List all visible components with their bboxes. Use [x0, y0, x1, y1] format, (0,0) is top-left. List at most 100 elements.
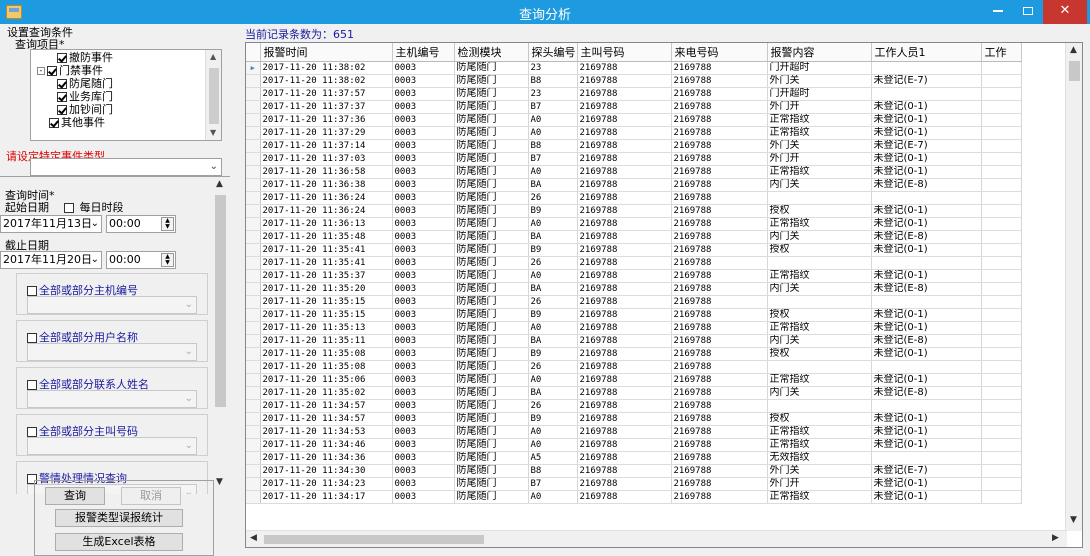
table-cell[interactable]: 未登记(0-1) — [871, 321, 982, 335]
table-cell[interactable]: 2169788 — [577, 139, 672, 153]
table-cell[interactable]: A0 — [528, 113, 578, 127]
table-cell[interactable]: 防尾随门 — [454, 334, 529, 348]
scroll-thumb[interactable] — [209, 68, 219, 124]
column-header[interactable]: 报警时间 — [260, 43, 393, 62]
table-cell[interactable]: BA — [528, 230, 578, 244]
table-row[interactable]: 2017-11-20 11:37:03 0003 防尾随门 B7 2169788 2169… — [246, 152, 1022, 166]
table-cell[interactable]: 0003 — [392, 308, 455, 322]
table-cell[interactable]: 授权 — [767, 243, 872, 257]
table-cell[interactable] — [981, 412, 1022, 426]
scroll-down-icon[interactable]: ▼ — [1070, 515, 1077, 525]
row-header[interactable] — [246, 464, 261, 478]
table-cell[interactable]: 2017-11-20 11:35:20 — [260, 282, 393, 296]
table-cell[interactable]: 2169788 — [671, 113, 768, 127]
table-cell[interactable]: 正常指纹 — [767, 217, 872, 231]
table-cell[interactable]: 2017-11-20 11:35:15 — [260, 295, 393, 309]
table-cell[interactable] — [981, 152, 1022, 166]
table-cell[interactable]: 未登记(E-7) — [871, 139, 982, 153]
table-cell[interactable]: A0 — [528, 217, 578, 231]
table-cell[interactable]: 防尾随门 — [454, 464, 529, 478]
table-cell[interactable] — [981, 399, 1022, 413]
table-cell[interactable]: 0003 — [392, 87, 455, 101]
table-cell[interactable]: 防尾随门 — [454, 308, 529, 322]
table-cell[interactable]: 2169788 — [577, 477, 672, 491]
table-cell[interactable]: 2169788 — [671, 126, 768, 140]
table-cell[interactable]: 0003 — [392, 347, 455, 361]
table-cell[interactable]: A5 — [528, 451, 578, 465]
end-date-picker[interactable]: 2017年11月20日 ⌄ — [0, 251, 102, 269]
row-header[interactable] — [246, 399, 261, 413]
table-cell[interactable]: B9 — [528, 347, 578, 361]
row-header[interactable] — [246, 490, 261, 504]
table-cell[interactable]: 授权 — [767, 204, 872, 218]
table-cell[interactable]: 防尾随门 — [454, 373, 529, 387]
column-header[interactable]: 报警内容 — [767, 43, 872, 62]
tree-item[interactable]: 撤防事件 — [57, 52, 113, 64]
table-cell[interactable]: 2169788 — [577, 334, 672, 348]
table-cell[interactable]: 2169788 — [671, 412, 768, 426]
table-row[interactable]: 2017-11-20 11:34:57 0003 防尾随门 26 2169788 2169… — [246, 399, 1022, 413]
scroll-thumb[interactable] — [264, 535, 484, 544]
table-cell[interactable]: 正常指纹 — [767, 269, 872, 283]
table-cell[interactable]: 2169788 — [577, 269, 672, 283]
row-header[interactable] — [246, 204, 261, 218]
table-cell[interactable]: 外门开 — [767, 477, 872, 491]
row-header[interactable] — [246, 87, 261, 101]
maximize-button[interactable] — [1013, 0, 1043, 24]
table-cell[interactable] — [981, 74, 1022, 88]
table-cell[interactable]: 未登记(0-1) — [871, 204, 982, 218]
table-cell[interactable]: B9 — [528, 204, 578, 218]
table-cell[interactable]: 未登记(0-1) — [871, 100, 982, 114]
table-cell[interactable]: 防尾随门 — [454, 347, 529, 361]
table-cell[interactable]: 2169788 — [671, 256, 768, 270]
table-cell[interactable]: 2169788 — [671, 425, 768, 439]
table-cell[interactable]: 防尾随门 — [454, 425, 529, 439]
table-cell[interactable]: 2169788 — [671, 386, 768, 400]
table-cell[interactable] — [871, 61, 982, 75]
table-cell[interactable]: 2017-11-20 11:37:29 — [260, 126, 393, 140]
table-cell[interactable]: 26 — [528, 360, 578, 374]
table-cell[interactable]: 未登记(0-1) — [871, 412, 982, 426]
table-cell[interactable]: 外门关 — [767, 139, 872, 153]
table-cell[interactable]: 内门关 — [767, 282, 872, 296]
table-row[interactable]: 2017-11-20 11:35:13 0003 防尾随门 A0 2169788 2169… — [246, 321, 1022, 335]
filter-checkbox[interactable] — [27, 333, 37, 343]
table-cell[interactable]: 0003 — [392, 412, 455, 426]
table-cell[interactable]: 2017-11-20 11:34:46 — [260, 438, 393, 452]
table-cell[interactable]: 授权 — [767, 412, 872, 426]
table-cell[interactable]: 未登记(0-1) — [871, 113, 982, 127]
table-cell[interactable]: 未登记(E-8) — [871, 386, 982, 400]
table-cell[interactable]: 2169788 — [577, 113, 672, 127]
row-header[interactable] — [246, 178, 261, 192]
table-cell[interactable]: 0003 — [392, 139, 455, 153]
tree-item[interactable]: 业务库门 — [57, 91, 113, 103]
event-type-select[interactable]: ⌄ — [30, 158, 222, 176]
table-cell[interactable]: 防尾随门 — [454, 139, 529, 153]
table-cell[interactable]: 2169788 — [671, 282, 768, 296]
table-cell[interactable]: 2169788 — [671, 217, 768, 231]
table-cell[interactable]: 26 — [528, 295, 578, 309]
table-cell[interactable]: 0003 — [392, 451, 455, 465]
table-cell[interactable]: 2169788 — [577, 321, 672, 335]
table-cell[interactable]: 0003 — [392, 269, 455, 283]
row-header[interactable] — [246, 152, 261, 166]
table-cell[interactable]: 正常指纹 — [767, 126, 872, 140]
table-cell[interactable]: 防尾随门 — [454, 438, 529, 452]
table-cell[interactable]: 2169788 — [671, 178, 768, 192]
table-cell[interactable]: 0003 — [392, 334, 455, 348]
table-cell[interactable]: 2169788 — [577, 165, 672, 179]
scroll-down-icon[interactable]: ▼ — [210, 128, 216, 137]
table-cell[interactable]: 0003 — [392, 464, 455, 478]
table-cell[interactable]: 2169788 — [671, 490, 768, 504]
table-cell[interactable] — [871, 256, 982, 270]
table-cell[interactable]: 2017-11-20 11:35:15 — [260, 308, 393, 322]
table-cell[interactable]: 2017-11-20 11:37:14 — [260, 139, 393, 153]
row-header[interactable] — [246, 360, 261, 374]
table-cell[interactable]: 2169788 — [577, 100, 672, 114]
table-cell[interactable] — [981, 139, 1022, 153]
table-row[interactable]: 2017-11-20 11:37:36 0003 防尾随门 A0 2169788 2169… — [246, 113, 1022, 127]
table-row[interactable]: 2017-11-20 11:38:02 0003 防尾随门 B8 2169788 2169… — [246, 74, 1022, 88]
table-cell[interactable]: 0003 — [392, 230, 455, 244]
table-cell[interactable]: 外门关 — [767, 464, 872, 478]
table-cell[interactable]: 防尾随门 — [454, 386, 529, 400]
